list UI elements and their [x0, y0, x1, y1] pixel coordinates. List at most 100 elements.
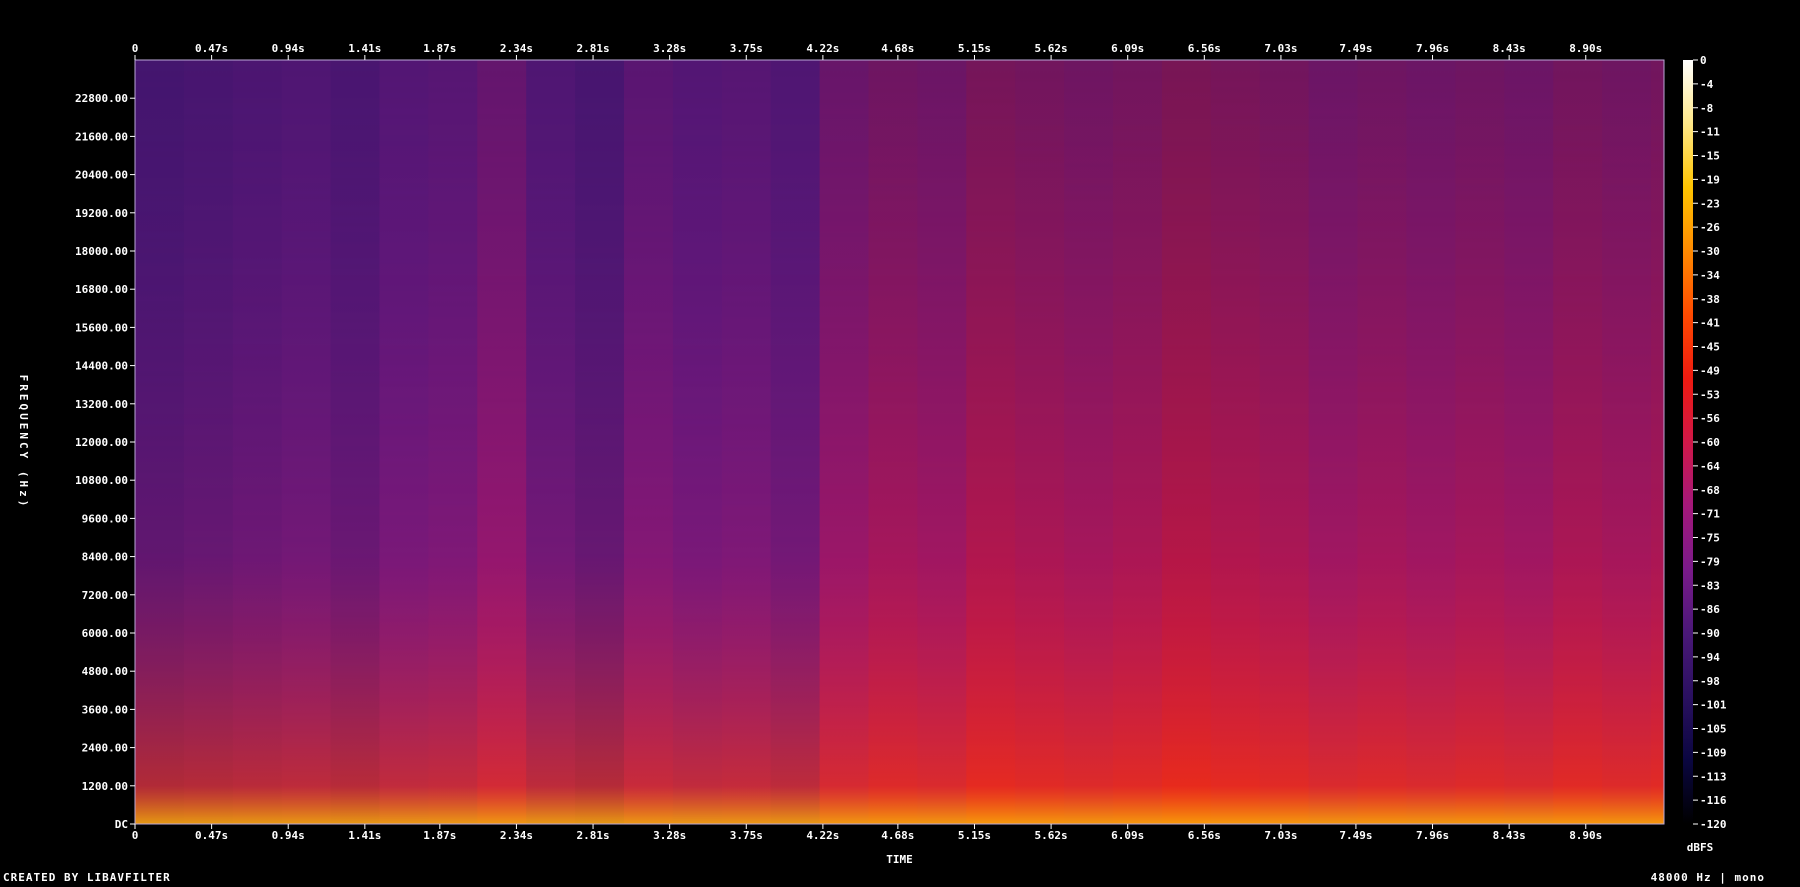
x-tick-label: 2.81s	[576, 829, 609, 842]
x-axis-top: 0 0.47s 0.94s 1.41s 1.87s 2.34s 2.81s 3.28s 3.75…	[132, 42, 1602, 60]
colorbar-tick-label: -98	[1700, 675, 1720, 688]
x-tick-label: 1.41s	[348, 829, 381, 842]
colorbar-tick-label: -83	[1700, 579, 1720, 592]
colorbar-tick-label: -94	[1700, 651, 1720, 664]
x-tick-label: 8.90s	[1569, 42, 1602, 55]
y-tick-label: 3600.00	[82, 703, 128, 716]
colorbar-tick-label: -4	[1700, 78, 1714, 91]
colorbar-tick-label: -49	[1700, 364, 1720, 377]
x-tick-label: 2.34s	[500, 42, 533, 55]
low-frequency-energy	[135, 60, 1664, 824]
y-tick-label: 14400.00	[75, 360, 128, 373]
colorbar-tick-label: -30	[1700, 245, 1720, 258]
x-tick-label: 7.96s	[1416, 829, 1449, 842]
x-tick-label: 3.28s	[653, 42, 686, 55]
x-tick-label: 4.22s	[806, 829, 839, 842]
x-tick-label: 5.62s	[1035, 829, 1068, 842]
y-tick-label: 10800.00	[75, 474, 128, 487]
y-tick-label: 9600.00	[82, 512, 128, 525]
colorbar-tick-label: -71	[1700, 508, 1720, 521]
x-tick-label: 8.90s	[1569, 829, 1602, 842]
x-tick-label: 7.03s	[1264, 42, 1297, 55]
x-tick-label: 6.09s	[1111, 829, 1144, 842]
y-tick-label: 18000.00	[75, 245, 128, 258]
colorbar-tick-label: -15	[1700, 150, 1720, 163]
footer-sample-info: 48000 Hz | mono	[1650, 871, 1765, 884]
spectrogram-chart: 0 0.47s 0.94s 1.41s 1.87s 2.34s 2.81s 3.28s 3.75…	[17, 42, 1727, 866]
colorbar-tick-label: -11	[1700, 126, 1720, 139]
x-tick-label: 1.87s	[423, 829, 456, 842]
colorbar-gradient	[1683, 60, 1693, 824]
x-tick-label: 7.49s	[1339, 829, 1372, 842]
colorbar-tick-label: -38	[1700, 293, 1720, 306]
colorbar-tick-label: -75	[1700, 532, 1720, 545]
y-tick-label: 12000.00	[75, 436, 128, 449]
footer-credit: CREATED BY LIBAVFILTER	[3, 871, 171, 884]
colorbar-unit-label: dBFS	[1687, 841, 1714, 854]
colorbar-tick-label: -120	[1700, 818, 1727, 831]
x-tick-label: 0.94s	[272, 42, 305, 55]
y-tick-label: DC	[115, 818, 128, 831]
x-tick-label: 1.87s	[423, 42, 456, 55]
y-tick-label: 1200.00	[82, 780, 128, 793]
colorbar-tick-label: -26	[1700, 221, 1720, 234]
x-tick-label: 6.56s	[1188, 829, 1221, 842]
plot-area	[135, 60, 1664, 824]
colorbar-tick-label: -56	[1700, 412, 1720, 425]
x-tick-label: 6.09s	[1111, 42, 1144, 55]
y-tick-label: 2400.00	[82, 742, 128, 755]
y-tick-label: 13200.00	[75, 398, 128, 411]
colorbar-tick-label: -105	[1700, 723, 1727, 736]
y-tick-label: 7200.00	[82, 589, 128, 602]
x-tick-label: 7.49s	[1339, 42, 1372, 55]
x-tick-label: 4.68s	[881, 829, 914, 842]
y-axis: DC 1200.00 2400.00 3600.00 4800.00 6000.00 720…	[75, 92, 135, 831]
colorbar-tick-label: -53	[1700, 388, 1720, 401]
colorbar-tick-label: -34	[1700, 269, 1720, 282]
colorbar-tick-label: -8	[1700, 102, 1713, 115]
x-tick-label: 0	[132, 42, 139, 55]
x-tick-label: 3.75s	[730, 829, 763, 842]
y-tick-label: 16800.00	[75, 283, 128, 296]
colorbar-tick-label: -45	[1700, 341, 1720, 354]
x-tick-label: 2.34s	[500, 829, 533, 842]
colorbar-tick-label: -60	[1700, 436, 1720, 449]
x-tick-label: 5.62s	[1035, 42, 1068, 55]
colorbar-tick-label: -90	[1700, 627, 1720, 640]
colorbar-tick-label: -19	[1700, 173, 1720, 186]
x-tick-label: 3.75s	[730, 42, 763, 55]
y-tick-label: 21600.00	[75, 130, 128, 143]
x-tick-label: 8.43s	[1493, 42, 1526, 55]
colorbar: 0 -4 -8 -11 -15 -19 -23 -26 -30 -34 -38 -41 -45 -49 -5…	[1683, 54, 1727, 831]
colorbar-tick-label: -64	[1700, 460, 1720, 473]
y-tick-label: 6000.00	[82, 627, 128, 640]
colorbar-tick-label: -101	[1700, 699, 1727, 712]
colorbar-tick-label: -116	[1700, 794, 1727, 807]
x-tick-label: 8.43s	[1493, 829, 1526, 842]
colorbar-tick-label: -41	[1700, 317, 1720, 330]
x-tick-label: 5.15s	[958, 42, 991, 55]
colorbar-tick-label: -86	[1700, 603, 1720, 616]
x-tick-label: 4.68s	[881, 42, 914, 55]
y-tick-label: 20400.00	[75, 169, 128, 182]
x-tick-label: 6.56s	[1188, 42, 1221, 55]
y-tick-label: 19200.00	[75, 207, 128, 220]
colorbar-tick-label: -79	[1700, 555, 1720, 568]
x-tick-label: 3.28s	[653, 829, 686, 842]
x-tick-label: 7.96s	[1416, 42, 1449, 55]
colorbar-tick-label: -109	[1700, 746, 1727, 759]
x-tick-label: 2.81s	[576, 42, 609, 55]
x-tick-label: 0.47s	[195, 42, 228, 55]
y-tick-label: 8400.00	[82, 551, 128, 564]
y-tick-label: 15600.00	[75, 321, 128, 334]
x-tick-label: 1.41s	[348, 42, 381, 55]
colorbar-tick-label: 0	[1700, 54, 1707, 67]
x-tick-label: 0	[132, 829, 139, 842]
x-axis-label: TIME	[886, 853, 913, 866]
x-axis-bottom: 0 0.47s 0.94s 1.41s 1.87s 2.34s 2.81s 3.28s 3.75…	[132, 824, 1602, 842]
y-tick-label: 4800.00	[82, 665, 128, 678]
x-tick-label: 4.22s	[806, 42, 839, 55]
colorbar-tick-label: -23	[1700, 197, 1720, 210]
colorbar-tick-label: -113	[1700, 770, 1727, 783]
colorbar-tick-label: -68	[1700, 484, 1720, 497]
